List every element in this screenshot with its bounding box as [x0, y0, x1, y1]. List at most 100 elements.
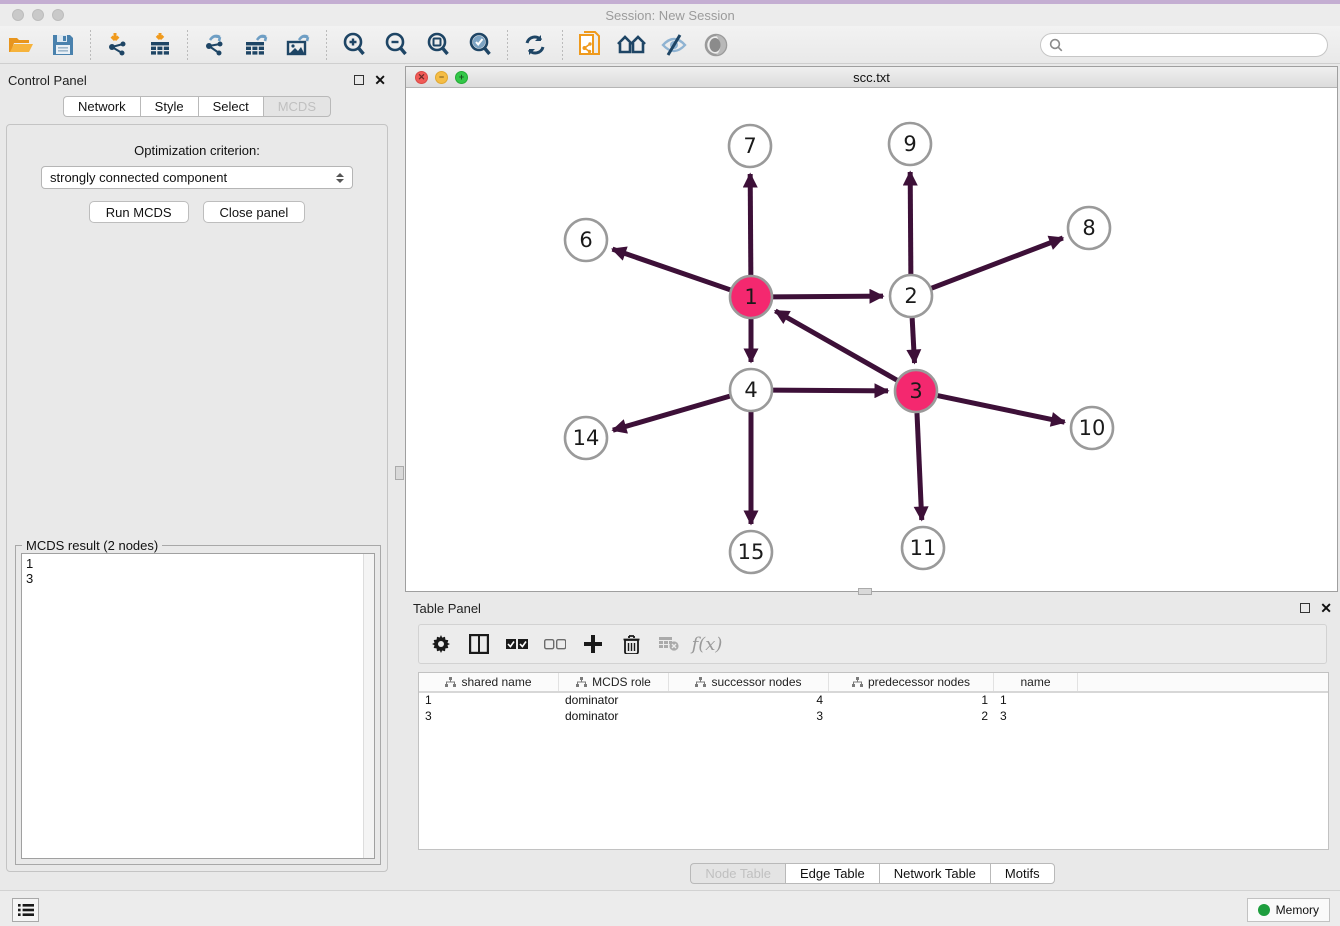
edge-1-6[interactable] — [612, 249, 730, 290]
vertical-splitter-handle[interactable] — [395, 466, 404, 480]
table-settings-button[interactable] — [427, 631, 455, 657]
svg-text:1: 1 — [744, 285, 757, 309]
cell[interactable]: dominator — [559, 693, 669, 709]
graph-node-6[interactable]: 6 — [565, 219, 607, 261]
graph-node-8[interactable]: 8 — [1068, 207, 1110, 249]
cell[interactable]: 3 — [994, 709, 1078, 725]
graph-node-7[interactable]: 7 — [729, 125, 771, 167]
memory-button[interactable]: Memory — [1247, 898, 1330, 922]
tab-mcds[interactable]: MCDS — [263, 96, 331, 117]
cell[interactable]: 1 — [419, 693, 559, 709]
tab-motifs[interactable]: Motifs — [990, 863, 1055, 884]
criterion-dropdown[interactable]: strongly connected component — [41, 166, 353, 189]
column-header-successor-nodes[interactable]: successor nodes — [669, 673, 829, 691]
memory-label: Memory — [1276, 903, 1319, 917]
edge-2-8[interactable] — [932, 238, 1063, 288]
export-image-button[interactable] — [282, 30, 316, 60]
tab-edge-table[interactable]: Edge Table — [785, 863, 879, 884]
run-mcds-button[interactable]: Run MCDS — [89, 201, 189, 223]
graph-node-10[interactable]: 10 — [1071, 407, 1113, 449]
graph-node-4[interactable]: 4 — [730, 369, 772, 411]
column-header-name[interactable]: name — [994, 673, 1078, 691]
svg-text:3: 3 — [909, 379, 922, 403]
cell[interactable]: 4 — [669, 693, 829, 709]
zoom-fit-icon — [425, 32, 451, 58]
column-type-icon — [576, 677, 587, 687]
cell[interactable]: 3 — [419, 709, 559, 725]
tab-network-table[interactable]: Network Table — [879, 863, 990, 884]
edge-2-3[interactable] — [912, 318, 914, 363]
mcds-result-text[interactable]: 1 3 — [21, 553, 375, 859]
control-panel: Control Panel ✕ NetworkStyleSelectMCDS O… — [0, 68, 394, 878]
zoom-selected-button[interactable] — [463, 30, 497, 60]
zoom-out-button[interactable] — [379, 30, 413, 60]
edge-3-1[interactable] — [775, 311, 897, 380]
result-scrollbar[interactable] — [363, 554, 374, 858]
cell[interactable]: dominator — [559, 709, 669, 725]
export-table-button[interactable] — [240, 30, 274, 60]
checked-boxes-icon — [506, 639, 528, 650]
network-graph[interactable]: 7 9 6 8 1 2 4 3 14 10 15 11 — [406, 88, 1337, 591]
float-table-panel-icon[interactable] — [1300, 603, 1310, 613]
import-network-button[interactable] — [101, 30, 135, 60]
svg-text:11: 11 — [910, 536, 937, 560]
edge-1-7[interactable] — [750, 174, 751, 275]
graph-node-3[interactable]: 3 — [895, 370, 937, 412]
select-all-columns-button[interactable] — [503, 631, 531, 657]
hide-selected-button[interactable] — [657, 30, 691, 60]
export-network-button[interactable] — [198, 30, 232, 60]
delete-table-button[interactable] — [655, 631, 683, 657]
import-table-button[interactable] — [143, 30, 177, 60]
graph-node-9[interactable]: 9 — [889, 123, 931, 165]
tab-node-table[interactable]: Node Table — [690, 863, 785, 884]
save-session-button[interactable] — [46, 30, 80, 60]
table-row-1[interactable]: 1dominator411 — [419, 693, 1328, 709]
cell[interactable]: 2 — [829, 709, 994, 725]
column-header-predecessor-nodes[interactable]: predecessor nodes — [829, 673, 994, 691]
graph-node-1[interactable]: 1 — [730, 276, 772, 318]
open-session-button[interactable] — [4, 30, 38, 60]
refresh-button[interactable] — [518, 30, 552, 60]
table-row-2[interactable]: 3dominator323 — [419, 709, 1328, 725]
edge-4-14[interactable] — [613, 396, 730, 430]
cell[interactable]: 1 — [994, 693, 1078, 709]
column-header-shared-name[interactable]: shared name — [419, 673, 559, 691]
edge-2-9[interactable] — [910, 172, 911, 274]
clone-network-button[interactable] — [573, 30, 607, 60]
zoom-in-button[interactable] — [337, 30, 371, 60]
node-table[interactable]: shared nameMCDS rolesuccessor nodesprede… — [418, 672, 1329, 850]
show-all-button[interactable] — [615, 30, 649, 60]
close-table-panel-icon[interactable]: ✕ — [1320, 603, 1332, 613]
graph-node-11[interactable]: 11 — [902, 527, 944, 569]
edge-3-10[interactable] — [938, 396, 1065, 423]
tab-select[interactable]: Select — [198, 96, 263, 117]
graph-node-15[interactable]: 15 — [730, 531, 772, 573]
delete-column-button[interactable] — [617, 631, 645, 657]
float-panel-icon[interactable] — [354, 75, 364, 85]
edge-1-2[interactable] — [773, 296, 883, 297]
show-hidden-button[interactable] — [699, 30, 733, 60]
function-builder-button[interactable]: f(x) — [693, 631, 721, 657]
edge-4-3[interactable] — [773, 390, 888, 391]
tab-network[interactable]: Network — [63, 96, 140, 117]
search-input[interactable] — [1069, 38, 1319, 52]
graph-node-2[interactable]: 2 — [890, 275, 932, 317]
network-canvas[interactable]: 7 9 6 8 1 2 4 3 14 10 15 11 — [406, 88, 1337, 591]
edge-3-11[interactable] — [917, 413, 922, 520]
deselect-all-columns-button[interactable] — [541, 631, 569, 657]
network-window-titlebar[interactable]: ✕ − + scc.txt — [406, 67, 1337, 88]
task-history-button[interactable] — [12, 898, 39, 922]
search-field[interactable] — [1040, 33, 1328, 57]
cell[interactable]: 1 — [829, 693, 994, 709]
close-panel-button[interactable]: Close panel — [203, 201, 306, 223]
export-image-icon — [285, 32, 313, 58]
cell[interactable]: 3 — [669, 709, 829, 725]
column-header-MCDS-role[interactable]: MCDS role — [559, 673, 669, 691]
column-view-button[interactable] — [465, 631, 493, 657]
graph-node-14[interactable]: 14 — [565, 417, 607, 459]
close-panel-icon[interactable]: ✕ — [374, 75, 386, 85]
horizontal-splitter-handle[interactable] — [858, 588, 872, 595]
create-column-button[interactable] — [579, 631, 607, 657]
tab-style[interactable]: Style — [140, 96, 198, 117]
zoom-fit-button[interactable] — [421, 30, 455, 60]
